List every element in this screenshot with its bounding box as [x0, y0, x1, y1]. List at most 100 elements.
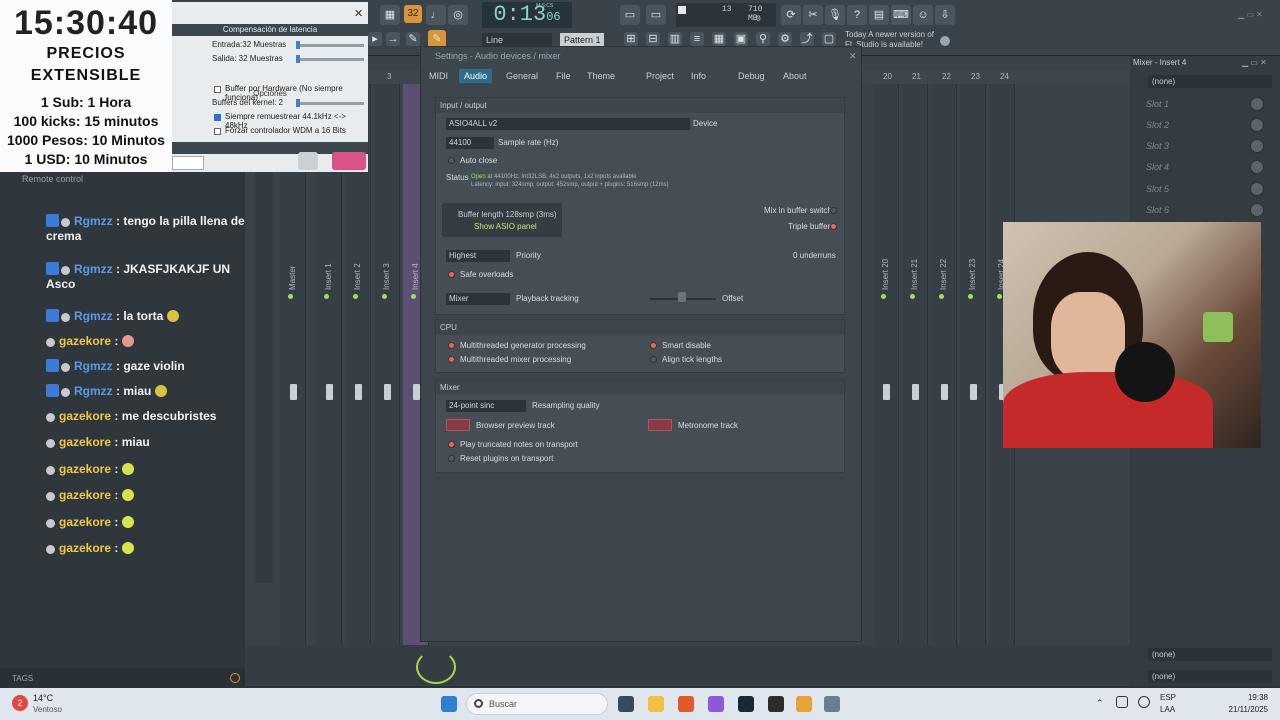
mixer-slot[interactable]: Slot 5: [1146, 184, 1169, 194]
strip-fader[interactable]: [290, 384, 297, 400]
settings-icon[interactable]: [824, 696, 840, 712]
countdown-icon[interactable]: ▭: [646, 5, 666, 25]
mixer-strip[interactable]: [960, 70, 986, 670]
mt-gen-led[interactable]: [448, 342, 455, 349]
output-select[interactable]: (none): [1148, 670, 1272, 683]
slot-mix-knob[interactable]: [1250, 160, 1264, 174]
record-mode-icon[interactable]: ◎: [448, 5, 468, 25]
slider-knob[interactable]: [296, 99, 300, 107]
paint-icon[interactable]: ✎: [406, 32, 420, 46]
tags-label[interactable]: TAGS: [12, 674, 33, 683]
cut-icon[interactable]: ✂: [803, 5, 823, 25]
taskbar-search[interactable]: Buscar: [466, 693, 608, 715]
taskbar-time[interactable]: 19:38: [1220, 693, 1268, 702]
tab-project[interactable]: Project: [646, 71, 674, 81]
auto-close-led[interactable]: [448, 157, 455, 164]
safe-overloads-led[interactable]: [448, 271, 455, 278]
help-icon[interactable]: ?: [847, 5, 867, 25]
forzar-checkbox[interactable]: [214, 128, 221, 135]
play-icon[interactable]: →: [386, 32, 400, 46]
close-icon[interactable]: ✕: [849, 51, 857, 62]
strip-led[interactable]: [288, 294, 293, 299]
triple-buffer-led[interactable]: [830, 223, 837, 230]
slider-knob[interactable]: [296, 55, 300, 63]
lang-layout[interactable]: LAA: [1160, 705, 1175, 714]
input-select[interactable]: (none): [1148, 648, 1272, 661]
explorer-icon[interactable]: [648, 696, 664, 712]
buffer-hw-checkbox[interactable]: [214, 86, 221, 93]
latency-input[interactable]: [172, 156, 204, 170]
mixer-strip[interactable]: [931, 70, 957, 670]
strip-fader[interactable]: [355, 384, 362, 400]
taskbar-date[interactable]: 21/11/2025: [1220, 705, 1268, 714]
pattern-song-icon[interactable]: ▦: [380, 5, 400, 25]
plug-icon[interactable]: ⚲: [756, 32, 770, 46]
strip-led[interactable]: [324, 294, 329, 299]
pattern-selector[interactable]: Pattern 1: [560, 33, 604, 47]
strip-led[interactable]: [939, 294, 944, 299]
weather-badge[interactable]: 2: [12, 695, 28, 711]
strip-led[interactable]: [382, 294, 387, 299]
tab-about[interactable]: About: [783, 71, 807, 81]
slot-mix-knob[interactable]: [1250, 139, 1264, 153]
window-controls[interactable]: ▁ ▭ ✕: [1238, 10, 1263, 19]
browser-icon[interactable]: ≡: [690, 32, 704, 46]
mixer-strip[interactable]: [873, 70, 899, 670]
channel-icon[interactable]: ⊟: [646, 32, 660, 46]
tab-info[interactable]: Info: [691, 71, 706, 81]
snap-select[interactable]: Line: [482, 33, 552, 47]
priority-select[interactable]: Highest: [446, 250, 510, 262]
song-time-display[interactable]: 0:1306: [482, 2, 572, 28]
browser-preview-button[interactable]: [446, 419, 470, 431]
mixer-slot[interactable]: Slot 2: [1146, 120, 1169, 130]
panel-window-controls[interactable]: ▁ ▭ ✕: [1242, 58, 1267, 67]
strip-led[interactable]: [881, 294, 886, 299]
piano-icon[interactable]: ▥: [668, 32, 682, 46]
strip-fader[interactable]: [883, 384, 890, 400]
panic-icon[interactable]: ⟳: [781, 5, 801, 25]
wrench-icon[interactable]: ⚙: [778, 32, 792, 46]
show-asio-button[interactable]: Show ASIO panel: [474, 222, 537, 231]
strip-fader[interactable]: [384, 384, 391, 400]
discord-icon[interactable]: [708, 696, 724, 712]
sample-rate-select[interactable]: 44100: [446, 137, 494, 149]
metronome-icon[interactable]: ♩: [426, 5, 446, 25]
strip-led[interactable]: [910, 294, 915, 299]
play-truncated-led[interactable]: [448, 441, 455, 448]
strip-led[interactable]: [997, 294, 1002, 299]
mixer-icon[interactable]: ⊞: [624, 32, 638, 46]
entrada-slider[interactable]: [296, 41, 364, 49]
strip-fader[interactable]: [970, 384, 977, 400]
tab-midi[interactable]: MIDI: [429, 71, 448, 81]
obs-icon[interactable]: [768, 696, 784, 712]
tab-theme[interactable]: Theme: [587, 71, 615, 81]
resampling-select[interactable]: 24-point sinc: [446, 400, 526, 412]
wait-icon[interactable]: ▭: [620, 5, 640, 25]
preset-select[interactable]: (none): [1148, 75, 1272, 88]
close-icon[interactable]: ✕: [354, 7, 363, 20]
remote-control-label[interactable]: Remote control: [22, 174, 83, 184]
smart-disable-led[interactable]: [650, 342, 657, 349]
strip-fader[interactable]: [413, 384, 420, 400]
playback-select[interactable]: Mixer: [446, 293, 510, 305]
mixer-strip[interactable]: [902, 70, 928, 670]
metronome-button[interactable]: [648, 419, 672, 431]
salida-slider[interactable]: [296, 55, 364, 63]
box-icon[interactable]: ▢: [822, 32, 836, 46]
chevron-up-icon[interactable]: ⌃: [1096, 698, 1104, 709]
align-tick-led[interactable]: [650, 356, 657, 363]
playlist-icon[interactable]: ▦: [712, 32, 726, 46]
mixer-slot[interactable]: Slot 6: [1146, 205, 1169, 215]
search-icon[interactable]: [230, 673, 240, 683]
fl-studio-icon[interactable]: [796, 696, 812, 712]
tab-general[interactable]: General: [506, 71, 538, 81]
keyboard-icon[interactable]: ⌨: [891, 5, 911, 25]
tab-file[interactable]: File: [556, 71, 571, 81]
mic-icon[interactable]: 🎙: [825, 5, 845, 25]
brave-icon[interactable]: [678, 696, 694, 712]
task-view-icon[interactable]: [618, 696, 634, 712]
download-icon[interactable]: ⇩: [935, 5, 955, 25]
mixer-slot[interactable]: Slot 3: [1146, 141, 1169, 151]
chat-icon[interactable]: ☺: [913, 5, 933, 25]
slot-mix-knob[interactable]: [1250, 118, 1264, 132]
